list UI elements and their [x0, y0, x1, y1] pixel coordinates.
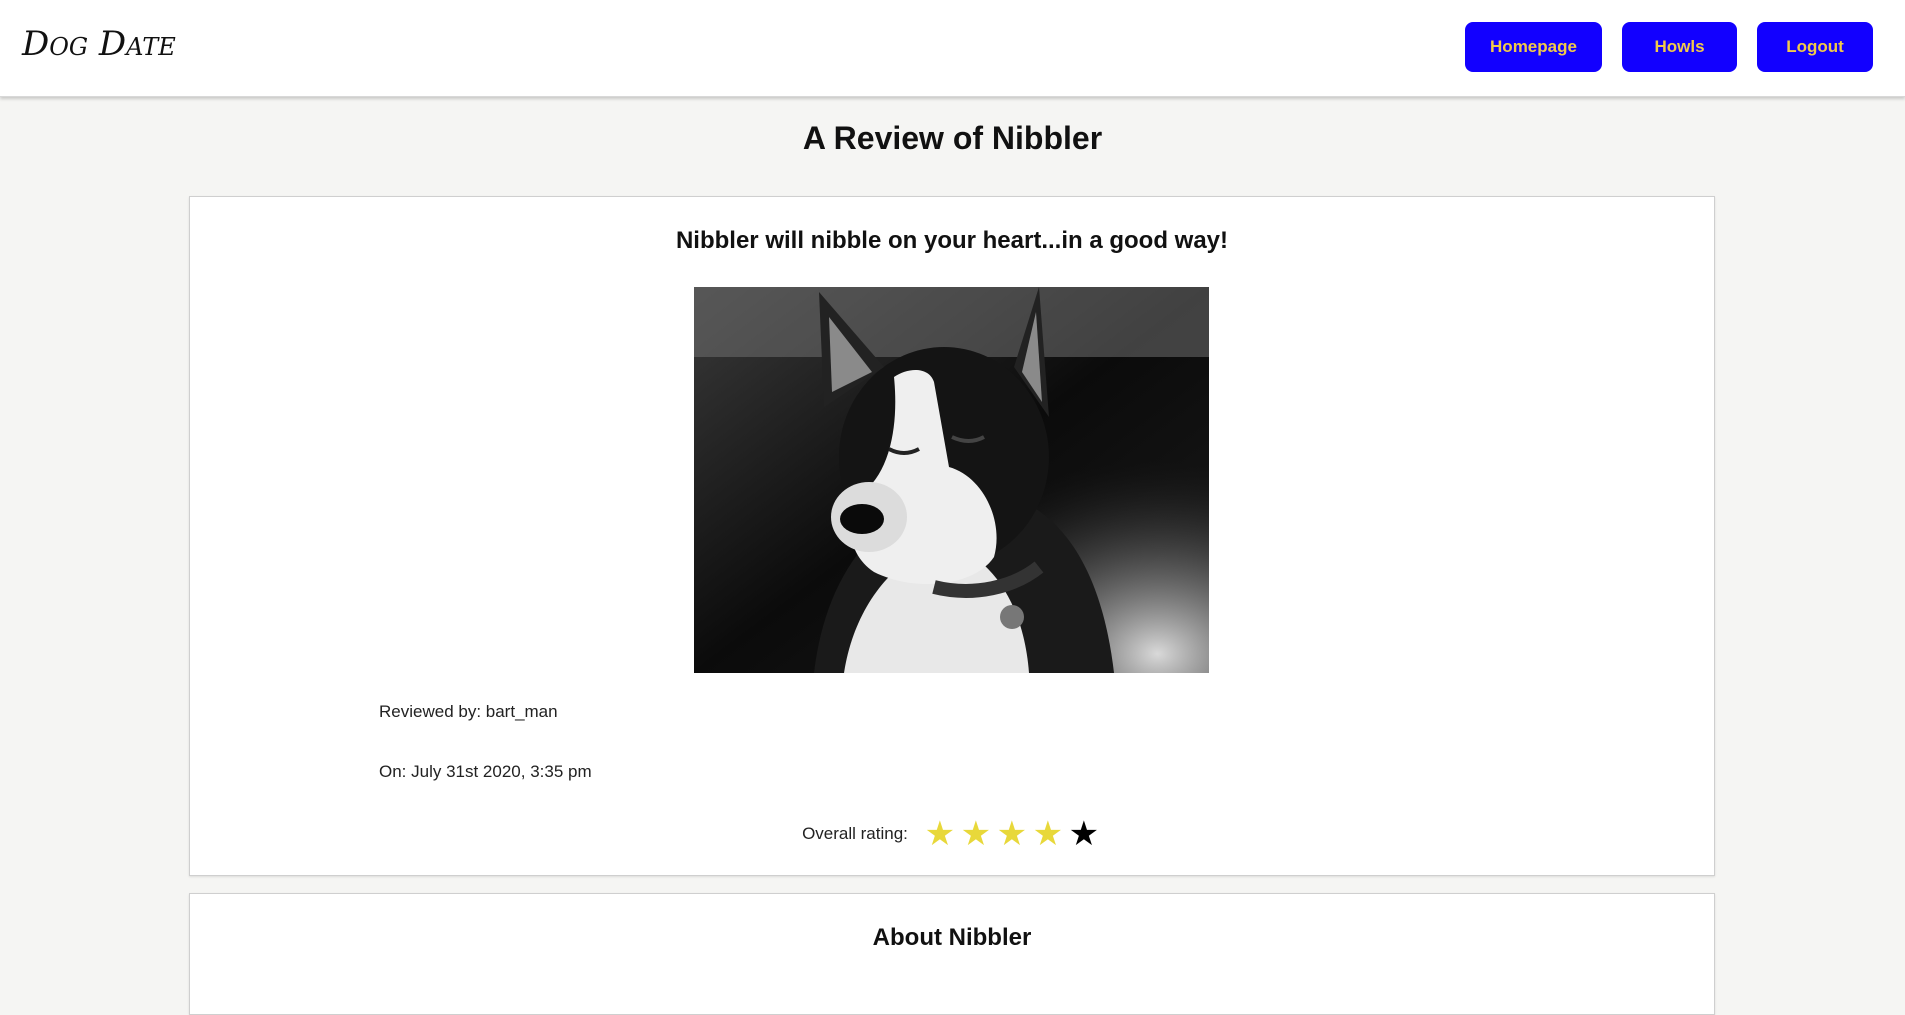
- page-title: A Review of Nibbler: [802, 120, 1103, 156]
- review-headline: Nibbler will nibble on your heart...in a…: [675, 227, 1229, 254]
- star-icon: ★: [924, 815, 956, 853]
- howls-button[interactable]: Howls: [1622, 22, 1737, 72]
- dog-photo: [694, 287, 1209, 673]
- site-logo[interactable]: Dog Date: [22, 24, 176, 64]
- rating-label: Overall rating:: [802, 824, 908, 843]
- logout-button[interactable]: Logout: [1757, 22, 1873, 72]
- about-card: About Nibbler: [189, 893, 1715, 1015]
- star-icon: ★: [1068, 815, 1100, 853]
- star-icon: ★: [996, 815, 1028, 853]
- overall-rating: Overall rating: ★ ★ ★ ★ ★: [190, 817, 1714, 851]
- reviewed-by: Reviewed by: bart_man: [379, 702, 558, 721]
- about-title: About Nibbler: [872, 924, 1032, 951]
- top-navbar: Dog Date Homepage Howls Logout: [0, 0, 1905, 97]
- homepage-button[interactable]: Homepage: [1465, 22, 1602, 72]
- star-icon: ★: [1032, 815, 1064, 853]
- dog-photo-illustration: [694, 287, 1209, 673]
- review-card: Nibbler will nibble on your heart...in a…: [189, 196, 1715, 876]
- star-icon: ★: [960, 815, 992, 853]
- review-date: On: July 31st 2020, 3:35 pm: [379, 762, 592, 781]
